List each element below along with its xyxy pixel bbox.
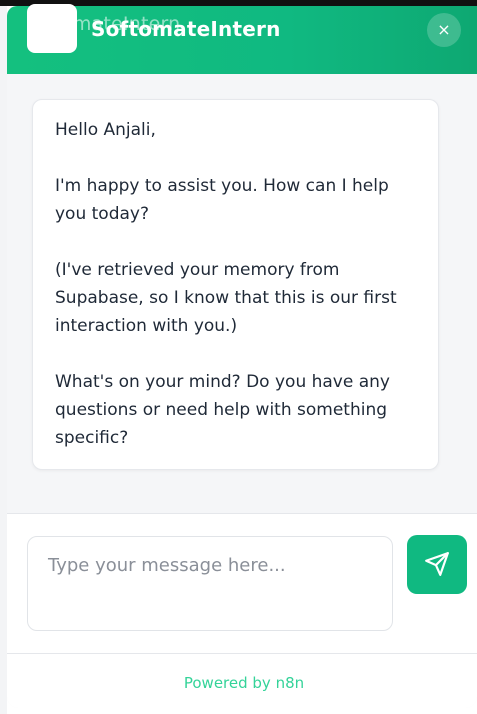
message-paragraph: Hello Anjali, [55, 120, 156, 140]
assistant-message: Hello Anjali, I'm happy to assist you. H… [32, 99, 439, 470]
header-title: SoftomateIntern [91, 17, 281, 41]
message-input-placeholder: Type your message here... [48, 555, 286, 576]
send-icon [425, 552, 449, 576]
chat-panel: Hello Anjali, I'm happy to assist you. H… [7, 74, 477, 708]
chat-footer: Type your message here... Powered by n8n [7, 513, 477, 708]
message-paragraph: I'm happy to assist you. How can I help … [55, 176, 389, 224]
chat-header: omateIntern SoftomateIntern × [7, 4, 477, 74]
message-input[interactable]: Type your message here... [27, 536, 393, 631]
message-paragraph: (I've retrieved your memory from Supabas… [55, 260, 397, 336]
left-edge [0, 6, 7, 714]
close-button[interactable]: × [427, 13, 461, 47]
close-icon: × [437, 20, 451, 39]
message-paragraph: What's on your mind? Do you have any que… [55, 372, 390, 448]
footer-divider [7, 653, 477, 654]
powered-by-link[interactable]: Powered by n8n [7, 674, 477, 692]
send-button[interactable] [407, 535, 467, 594]
